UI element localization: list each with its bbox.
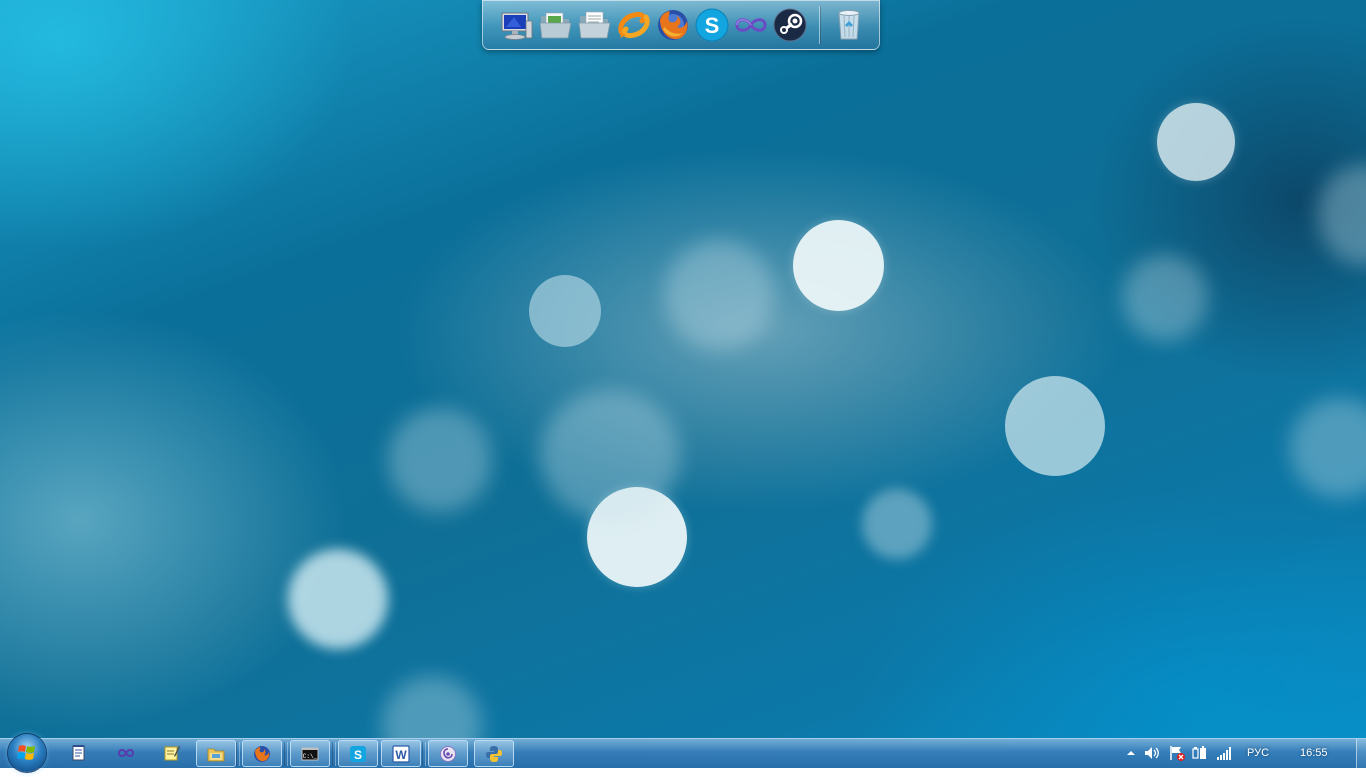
wallpaper-bokeh (1157, 103, 1235, 181)
network-signal-icon[interactable] (1215, 744, 1233, 762)
wallpaper-bokeh (664, 240, 774, 350)
computer-icon[interactable] (499, 7, 535, 43)
steam-icon[interactable] (772, 7, 808, 43)
firefox-icon (254, 746, 270, 762)
volume-icon[interactable] (1143, 744, 1161, 762)
svg-text:C:\_: C:\_ (303, 753, 318, 760)
wallpaper-bokeh (1290, 398, 1366, 498)
command-prompt-icon: C:\_ (301, 747, 319, 761)
wallpaper-bokeh (1005, 376, 1105, 476)
svg-text:W: W (395, 748, 407, 762)
taskbar-separator (332, 742, 336, 766)
word-icon: W (392, 745, 410, 763)
taskbar-separator (422, 742, 426, 766)
taskbar-notepad-button[interactable] (60, 740, 100, 767)
windows-logo-icon (17, 745, 35, 760)
power-battery-icon[interactable] (1191, 744, 1209, 762)
taskbar-explorer-button[interactable] (196, 740, 236, 767)
wallpaper-bokeh (1122, 255, 1208, 341)
skype-icon: S (350, 746, 366, 762)
messenger-icon[interactable] (616, 7, 652, 43)
dock-separator (819, 6, 820, 44)
notepad-icon (72, 745, 85, 761)
explorer-icon (207, 748, 225, 762)
wallpaper-bokeh (540, 390, 680, 520)
taskbar-word-button[interactable]: W (381, 740, 421, 767)
recycle-bin-icon[interactable] (831, 7, 867, 43)
keyboard-language-indicator[interactable]: РУС (1247, 746, 1269, 760)
wallpaper-bokeh (1318, 165, 1366, 265)
documents-folder-icon[interactable] (577, 7, 613, 43)
wallpaper-bokeh (862, 489, 932, 559)
show-desktop-button[interactable] (1356, 739, 1366, 768)
wallpaper-bokeh (529, 275, 601, 347)
taskbar-separator (284, 742, 288, 766)
taskbar-python-button[interactable] (474, 740, 514, 767)
taskbar-separator (236, 742, 240, 766)
torrent-icon (440, 746, 456, 762)
wallpaper-bokeh (388, 408, 492, 512)
show-hidden-icons-chevron-icon[interactable] (1122, 744, 1140, 762)
desktop-wallpaper: S (0, 0, 1366, 768)
infinity-app-icon[interactable] (733, 7, 769, 43)
sticky-notes-icon (164, 746, 180, 761)
svg-text:S: S (354, 748, 362, 762)
firefox-icon[interactable] (655, 7, 691, 43)
action-center-flag-icon[interactable] (1168, 744, 1186, 762)
taskbar-skype-button[interactable]: S (338, 740, 378, 767)
taskbar-infinity-app-button[interactable] (107, 740, 147, 767)
taskbar-command-prompt-button[interactable]: C:\_ (290, 740, 330, 767)
open-folder-icon[interactable] (538, 7, 574, 43)
start-button[interactable] (8, 734, 46, 772)
taskbar-torrent-button[interactable] (428, 740, 468, 767)
app-dock: S (482, 0, 880, 50)
infinity-app-icon (117, 749, 135, 757)
taskbar-firefox-button[interactable] (242, 740, 282, 767)
taskbar-sticky-notes-button[interactable] (153, 740, 193, 767)
wallpaper-bokeh (793, 220, 884, 311)
skype-icon[interactable]: S (694, 7, 730, 43)
wallpaper-bokeh (288, 549, 388, 649)
python-icon (486, 746, 502, 762)
svg-text:S: S (705, 13, 720, 38)
clock[interactable]: 16:55 (1300, 746, 1328, 760)
